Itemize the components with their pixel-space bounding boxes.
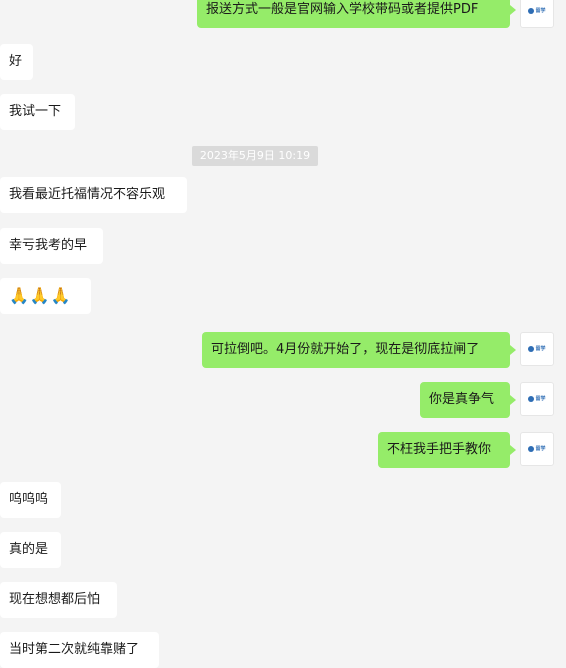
message-text: 可拉倒吧。4月份就开始了，现在是彻底拉闸了 [211,342,480,357]
incoming-message[interactable]: 我看最近托福情况不容乐观 [0,177,187,213]
message-text: 当时第二次就纯靠赌了 [9,642,140,657]
incoming-message[interactable]: 呜呜呜 [0,482,61,518]
outgoing-message[interactable]: 可拉倒吧。4月份就开始了，现在是彻底拉闸了 [202,332,516,368]
brand-logo-icon: 留学 [528,396,546,402]
avatar[interactable]: 留学 [520,0,554,28]
outgoing-message[interactable]: 报送方式一般是官网输入学校带码或者提供PDF [197,0,516,28]
outgoing-message[interactable]: 不枉我手把手教你 [378,432,516,468]
brand-logo-icon: 留学 [528,346,546,352]
brand-logo-icon: 留学 [528,8,546,14]
message-text: 我看最近托福情况不容乐观 [9,187,166,202]
message-text: 呜呜呜 [9,492,49,507]
message-text: 现在想想都后怕 [9,592,101,607]
outgoing-message[interactable]: 你是真争气 [420,382,516,418]
incoming-message[interactable]: 当时第二次就纯靠赌了 [0,632,159,668]
message-text: 好 [9,54,23,69]
incoming-message[interactable]: 真的是 [0,532,61,568]
avatar[interactable]: 留学 [520,382,554,416]
avatar[interactable]: 留学 [520,332,554,366]
message-text: 幸亏我考的早 [9,238,88,253]
incoming-message[interactable]: 现在想想都后怕 [0,582,117,618]
incoming-message[interactable]: 好 [0,44,33,80]
praying-hands-emoji: 🙏🙏🙏 [9,286,72,305]
brand-logo-icon: 留学 [528,446,546,452]
message-text: 你是真争气 [429,392,495,407]
incoming-message[interactable]: 🙏🙏🙏 [0,278,91,314]
incoming-message[interactable]: 幸亏我考的早 [0,228,103,264]
incoming-message[interactable]: 我试一下 [0,94,75,130]
message-timestamp: 2023年5月9日 10:19 [192,146,318,166]
message-text: 报送方式一般是官网输入学校带码或者提供PDF [206,2,479,17]
avatar[interactable]: 留学 [520,432,554,466]
message-text: 不枉我手把手教你 [387,442,492,457]
message-text: 我试一下 [9,104,62,119]
chat-message-list[interactable]: 报送方式一般是官网输入学校带码或者提供PDF 留学 好 我试一下 2023年5月… [0,0,566,668]
message-text: 真的是 [9,542,49,557]
